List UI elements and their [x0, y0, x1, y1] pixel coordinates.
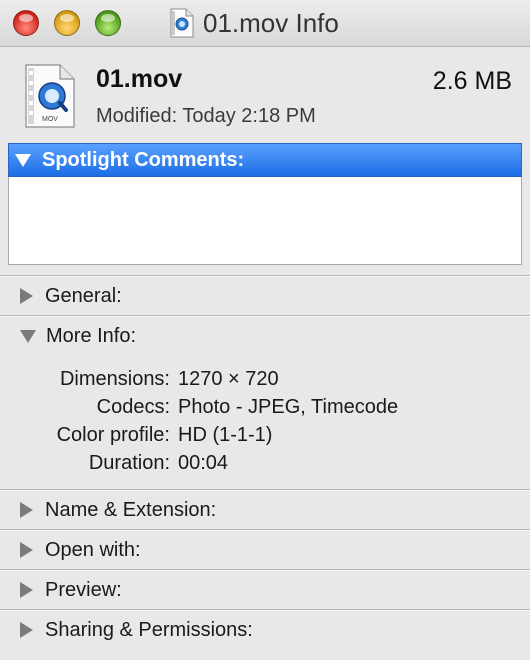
file-name: 01.mov [96, 65, 183, 93]
minimize-button[interactable] [54, 10, 80, 36]
quicktime-movie-icon: MOV [25, 64, 75, 128]
window-title: 01.mov Info [170, 6, 339, 40]
spotlight-comments-label: Spotlight Comments: [42, 148, 245, 171]
zoom-button[interactable] [95, 10, 121, 36]
disclosure-triangle-right-icon[interactable] [20, 288, 33, 304]
modified-date: Modified: Today 2:18 PM [96, 105, 316, 127]
file-size: 2.6 MB [432, 67, 512, 95]
info-window: 01.mov Info MOV 01.mov 2.6 MB Modified: … [0, 0, 530, 660]
info-key: Color profile: [56, 423, 170, 446]
mov-label: MOV [42, 116, 58, 123]
info-value: HD (1-1-1) [178, 423, 273, 446]
section-general-label: General: [45, 284, 122, 307]
info-value: Photo - JPEG, Timecode [178, 395, 399, 418]
window-title-text: 01.mov Info [203, 7, 339, 38]
close-button[interactable] [13, 10, 39, 36]
disclosure-triangle-down-icon[interactable] [15, 153, 31, 167]
info-row-color-profile: Color profile: HD (1-1-1) [0, 421, 530, 449]
info-value: 1270 × 720 [178, 367, 279, 390]
info-key: Codecs: [96, 395, 170, 418]
info-row-duration: Duration: 00:04 [0, 449, 530, 477]
section-open-with-label: Open with: [45, 538, 141, 561]
title-bar[interactable]: 01.mov Info [0, 0, 530, 47]
info-key: Dimensions: [59, 367, 170, 390]
disclosure-triangle-right-icon[interactable] [20, 622, 33, 638]
movie-file-icon [170, 8, 194, 38]
section-open-with[interactable]: Open with: [0, 531, 530, 569]
spotlight-comments-section: Spotlight Comments: [8, 143, 522, 265]
info-row-codecs: Codecs: Photo - JPEG, Timecode [0, 393, 530, 421]
disclosure-triangle-right-icon[interactable] [20, 542, 33, 558]
section-sharing-permissions-label: Sharing & Permissions: [45, 618, 253, 641]
disclosure-triangle-right-icon[interactable] [20, 582, 33, 598]
more-info-content: Dimensions: 1270 × 720 Codecs: Photo - J… [0, 355, 530, 489]
info-row-dimensions: Dimensions: 1270 × 720 [0, 365, 530, 393]
section-name-extension-label: Name & Extension: [45, 498, 217, 521]
section-more-info[interactable]: More Info: [0, 317, 530, 355]
section-general[interactable]: General: [0, 277, 530, 315]
file-header: MOV 01.mov 2.6 MB Modified: Today 2:18 P… [0, 47, 530, 143]
section-preview[interactable]: Preview: [0, 571, 530, 609]
disclosure-triangle-right-icon[interactable] [20, 502, 33, 518]
section-sharing-permissions[interactable]: Sharing & Permissions: [0, 611, 530, 649]
section-preview-label: Preview: [45, 578, 122, 601]
section-more-info-label: More Info: [46, 324, 137, 347]
info-value: 00:04 [178, 451, 229, 474]
section-name-extension[interactable]: Name & Extension: [0, 491, 530, 529]
info-key: Duration: [88, 451, 170, 474]
spotlight-comments-input[interactable] [8, 177, 522, 265]
disclosure-triangle-down-icon[interactable] [20, 329, 36, 343]
spotlight-comments-header[interactable]: Spotlight Comments: [8, 143, 522, 177]
